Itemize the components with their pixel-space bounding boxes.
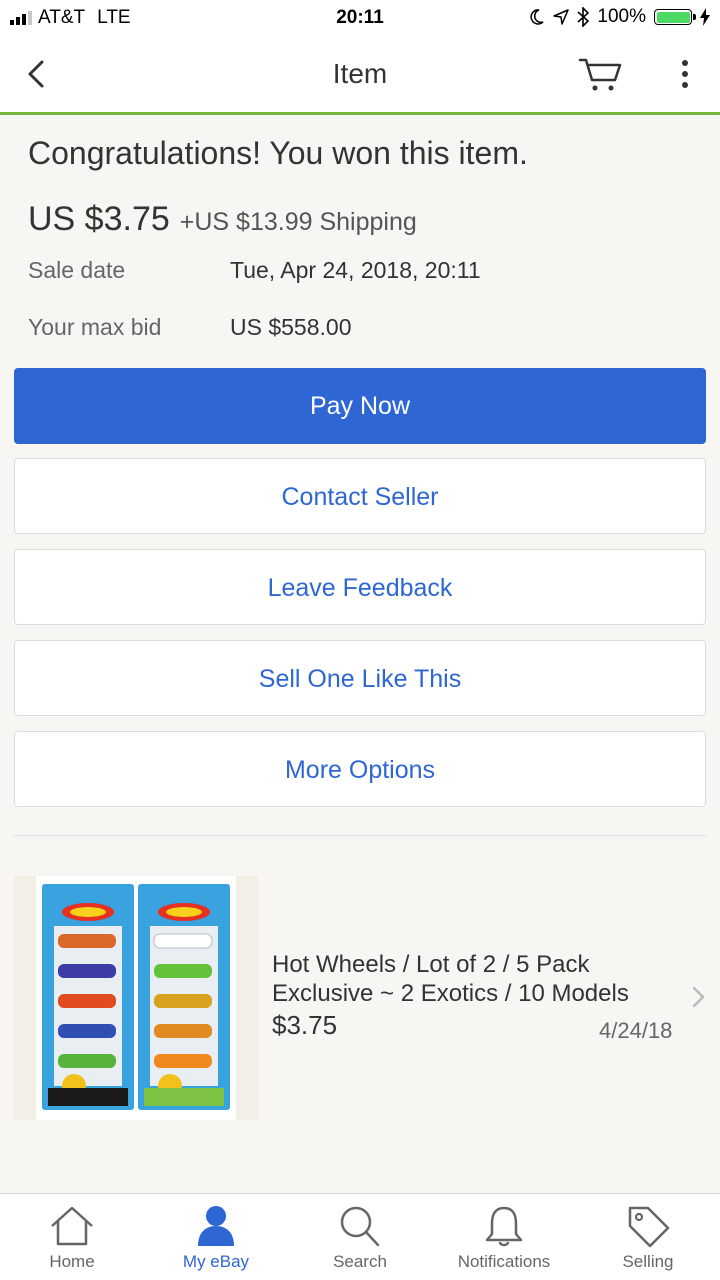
shipping-cost: +US $13.99 Shipping — [179, 208, 417, 236]
bell-icon — [485, 1206, 523, 1247]
tab-notifications[interactable]: Notifications — [432, 1194, 576, 1280]
divider — [14, 835, 706, 836]
max-bid-value: US $558.00 — [230, 314, 352, 340]
max-bid-label: Your max bid — [28, 314, 162, 340]
location-icon — [553, 9, 570, 25]
tab-my-ebay[interactable]: My eBay — [144, 1194, 288, 1280]
item-info[interactable]: Hot Wheels / Lot of 2 / 5 Pack Exclusive… — [272, 950, 652, 1120]
person-icon — [198, 1206, 234, 1246]
more-options-button[interactable]: More Options — [14, 731, 706, 807]
more-options-icon[interactable] — [672, 54, 698, 94]
win-headline: Congratulations! You won this item. — [28, 135, 528, 171]
battery-icon — [654, 9, 696, 25]
tab-selling-label: Selling — [622, 1252, 674, 1271]
tab-notifications-label: Notifications — [457, 1252, 551, 1271]
tab-my-ebay-label: My eBay — [182, 1252, 250, 1271]
item-thumbnail[interactable] — [14, 876, 258, 1120]
item-title[interactable]: Hot Wheels / Lot of 2 / 5 Pack Exclusive… — [272, 950, 652, 1008]
sale-date-label: Sale date — [28, 257, 126, 283]
main-content: Congratulations! You won this item. US $… — [0, 135, 720, 1120]
cart-icon[interactable] — [577, 54, 625, 94]
pay-now-button[interactable]: Pay Now — [14, 368, 706, 444]
tab-selling[interactable]: Selling — [576, 1194, 720, 1280]
leave-feedback-button[interactable]: Leave Feedback — [14, 549, 706, 625]
bluetooth-icon — [577, 7, 590, 27]
charging-icon — [700, 8, 710, 26]
toy-car-packs-image — [14, 876, 258, 1120]
price-row: US $3.75 +US $13.99 Shipping — [28, 200, 706, 239]
contact-seller-button[interactable]: Contact Seller — [14, 458, 706, 534]
moon-icon — [530, 9, 544, 25]
sell-one-like-this-button[interactable]: Sell One Like This — [14, 640, 706, 716]
item-date: 4/24/18 — [599, 1018, 673, 1043]
sale-date-row: Sale date Tue, Apr 24, 2018, 20:11 — [28, 257, 706, 284]
tab-search-label: Search — [333, 1252, 387, 1271]
tag-icon — [628, 1206, 670, 1248]
search-icon — [340, 1206, 380, 1247]
item-price: US $3.75 — [28, 200, 170, 238]
nav-bar: Item — [0, 36, 720, 115]
chevron-right-icon[interactable] — [690, 984, 708, 1010]
item-card[interactable]: Hot Wheels / Lot of 2 / 5 Pack Exclusive… — [14, 876, 706, 1120]
status-right: 100% — [529, 6, 710, 28]
tab-home-label: Home — [49, 1252, 95, 1271]
sale-date-value: Tue, Apr 24, 2018, 20:11 — [230, 257, 481, 283]
battery-percent: 100% — [597, 6, 646, 27]
tab-home[interactable]: Home — [0, 1194, 144, 1280]
max-bid-row: Your max bid US $558.00 — [28, 314, 706, 341]
home-icon — [51, 1206, 93, 1246]
tab-search[interactable]: Search — [288, 1194, 432, 1280]
item-card-price: $3.75 — [272, 1010, 338, 1040]
status-bar: AT&T LTE 20:11 100% — [0, 0, 720, 36]
tab-bar: Home My eBay Search Notifications Sellin… — [0, 1193, 720, 1280]
